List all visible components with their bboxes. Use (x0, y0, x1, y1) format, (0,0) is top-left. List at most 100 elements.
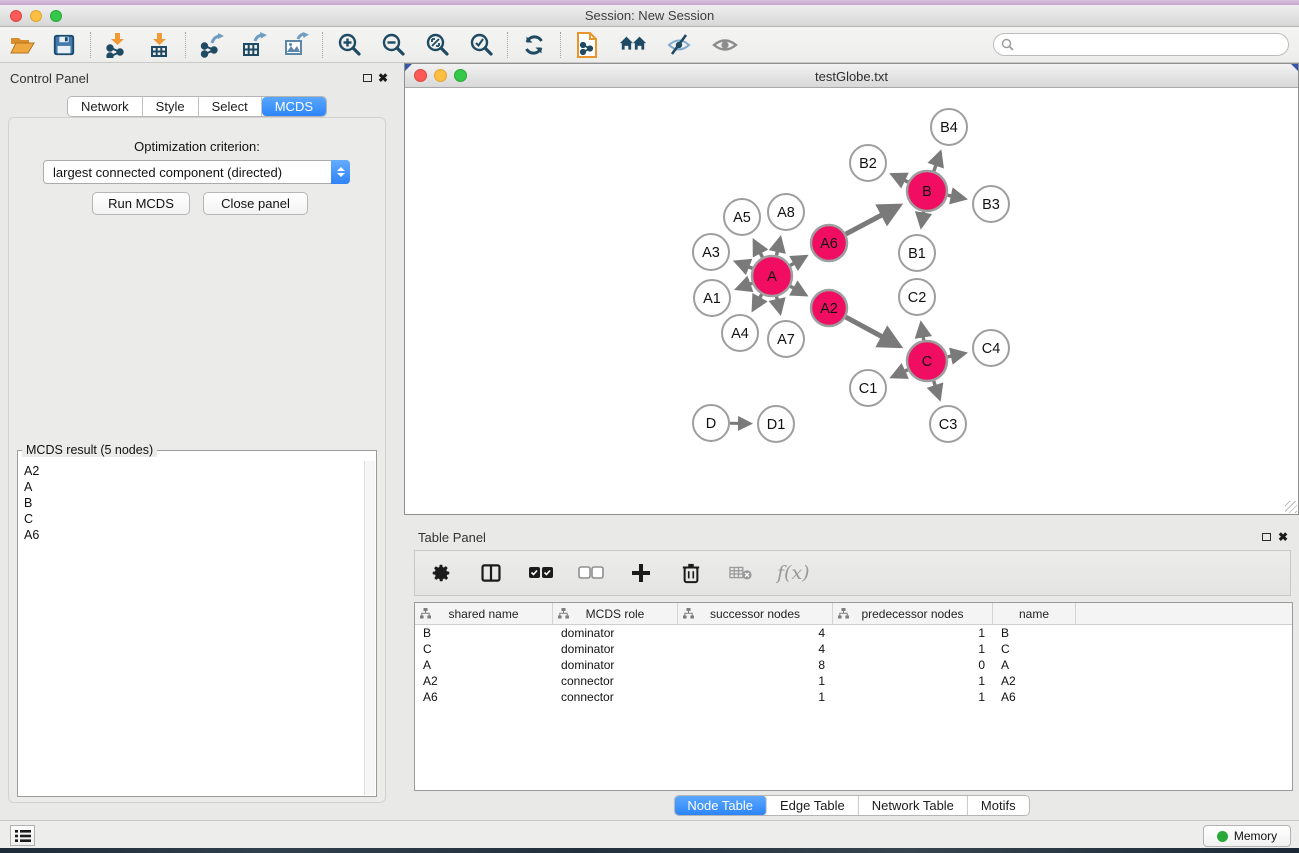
table-row[interactable]: A6connector11A6 (415, 689, 1292, 705)
network-window-titlebar[interactable]: testGlobe.txt (405, 64, 1298, 88)
tab-select[interactable]: Select (199, 97, 262, 116)
graph-edge-A-A4[interactable] (753, 294, 762, 309)
tab-network[interactable]: Network (68, 97, 143, 116)
graph-edge-A-A3[interactable] (736, 262, 752, 268)
table-row[interactable]: A2connector11A2 (415, 673, 1292, 689)
table-settings-icon[interactable] (427, 559, 455, 587)
memory-button[interactable]: Memory (1203, 825, 1291, 847)
graph-node-B1[interactable]: B1 (899, 235, 935, 271)
close-panel-button[interactable]: Close panel (203, 192, 308, 215)
split-panel-icon[interactable] (477, 559, 505, 587)
graph-node-A2[interactable]: A2 (811, 290, 847, 326)
tab-mcds[interactable]: MCDS (262, 97, 326, 116)
close-table-panel-icon[interactable]: ✖ (1276, 530, 1290, 543)
graph-edge-A-A7[interactable] (777, 296, 781, 312)
open-session-icon[interactable] (8, 31, 36, 59)
network-file-icon[interactable] (573, 31, 601, 59)
graph-node-C1[interactable]: C1 (850, 370, 886, 406)
float-panel-icon[interactable] (360, 71, 374, 84)
result-list-item[interactable]: A6 (24, 527, 363, 543)
graph-node-B[interactable]: B (907, 171, 947, 211)
result-list-item[interactable]: B (24, 495, 363, 511)
table-row[interactable]: Cdominator41C (415, 641, 1292, 657)
graph-node-A5[interactable]: A5 (724, 199, 760, 235)
result-list-item[interactable]: A (24, 479, 363, 495)
graph-node-C[interactable]: C (907, 341, 947, 381)
tab-style[interactable]: Style (143, 97, 199, 116)
zoom-in-icon[interactable] (335, 31, 363, 59)
graph-edge-B-B2[interactable] (892, 175, 908, 182)
graph-edge-A-A2[interactable] (790, 286, 805, 295)
graph-node-B3[interactable]: B3 (973, 186, 1009, 222)
graph-node-B4[interactable]: B4 (931, 109, 967, 145)
graph-edge-C-C4[interactable] (948, 353, 965, 356)
delete-column-icon[interactable] (677, 559, 705, 587)
optimization-criterion-select[interactable]: largest connected component (directed) (43, 160, 350, 184)
function-builder-icon[interactable]: f(x) (777, 562, 810, 584)
graph-edge-B-B3[interactable] (948, 195, 965, 198)
zoom-out-icon[interactable] (379, 31, 407, 59)
zoom-fit-icon[interactable] (423, 31, 451, 59)
graph-edge-C-C2[interactable] (921, 324, 924, 341)
graph-node-A[interactable]: A (752, 256, 792, 296)
float-table-panel-icon[interactable] (1259, 530, 1273, 543)
graph-edge-B-B4[interactable] (934, 153, 940, 172)
deselect-all-icon[interactable] (577, 559, 605, 587)
graph-node-A3[interactable]: A3 (693, 234, 729, 270)
graph-edge-A6-B[interactable] (846, 206, 899, 234)
close-panel-icon[interactable]: ✖ (376, 71, 390, 84)
graph-node-A6[interactable]: A6 (811, 225, 847, 261)
result-scrollbar[interactable] (364, 461, 375, 795)
graph-node-D[interactable]: D (693, 405, 729, 441)
search-input[interactable] (993, 33, 1289, 56)
column-header-shared-name[interactable]: shared name (415, 603, 553, 624)
list-icon[interactable] (10, 825, 35, 846)
graph-edge-A-A1[interactable] (737, 283, 752, 288)
column-header-name[interactable]: name (993, 603, 1076, 624)
graph-node-D1[interactable]: D1 (758, 406, 794, 442)
tab-node-table[interactable]: Node Table (674, 796, 767, 815)
graph-node-A4[interactable]: A4 (722, 315, 758, 351)
graph-edge-C-C3[interactable] (934, 381, 940, 398)
save-session-icon[interactable] (50, 31, 78, 59)
graph-edge-B-B1[interactable] (921, 212, 923, 227)
graph-edge-A-A8[interactable] (776, 238, 780, 255)
graph-node-C4[interactable]: C4 (973, 330, 1009, 366)
run-mcds-button[interactable]: Run MCDS (92, 192, 190, 215)
export-image-icon[interactable] (282, 31, 310, 59)
eye-icon[interactable] (711, 31, 739, 59)
tab-edge-table[interactable]: Edge Table (767, 796, 859, 815)
column-header-successor-nodes[interactable]: successor nodes (678, 603, 833, 624)
graph-node-A7[interactable]: A7 (768, 321, 804, 357)
tab-motifs[interactable]: Motifs (968, 796, 1029, 815)
result-list-item[interactable]: A2 (24, 463, 363, 479)
network-canvas[interactable]: A A1 A2 A3 A4 A5 A6 A7 A8 B B1 B2 B3 B4 C C1 C2 C3 C4 D D1 (405, 88, 1298, 514)
import-table-icon[interactable] (145, 31, 173, 59)
home-icon[interactable] (619, 31, 647, 59)
zoom-selected-icon[interactable] (467, 31, 495, 59)
graph-edge-C-C1[interactable] (893, 370, 908, 377)
import-network-icon[interactable] (103, 31, 131, 59)
graph-node-A1[interactable]: A1 (694, 280, 730, 316)
export-table-icon[interactable] (240, 31, 268, 59)
column-header-predecessor-nodes[interactable]: predecessor nodes (833, 603, 993, 624)
refresh-icon[interactable] (520, 31, 548, 59)
graph-node-C3[interactable]: C3 (930, 406, 966, 442)
graph-node-B2[interactable]: B2 (850, 145, 886, 181)
graph-node-C2[interactable]: C2 (899, 279, 935, 315)
result-list-item[interactable]: C (24, 511, 363, 527)
style-preview-icon[interactable] (665, 31, 693, 59)
resize-grip-icon[interactable] (1285, 501, 1297, 513)
graph-edge-A2-C[interactable] (846, 317, 899, 346)
table-row[interactable]: Bdominator41B (415, 625, 1292, 641)
select-all-icon[interactable] (527, 559, 555, 587)
table-row[interactable]: Adominator80A (415, 657, 1292, 673)
graph-node-A8[interactable]: A8 (768, 194, 804, 230)
column-header-MCDS-role[interactable]: MCDS role (553, 603, 678, 624)
add-column-icon[interactable] (627, 559, 655, 587)
tab-network-table[interactable]: Network Table (859, 796, 968, 815)
export-network-icon[interactable] (198, 31, 226, 59)
graph-edge-A-A6[interactable] (790, 257, 805, 266)
delete-table-icon[interactable] (727, 559, 755, 587)
graph-edge-A-A5[interactable] (754, 241, 762, 257)
